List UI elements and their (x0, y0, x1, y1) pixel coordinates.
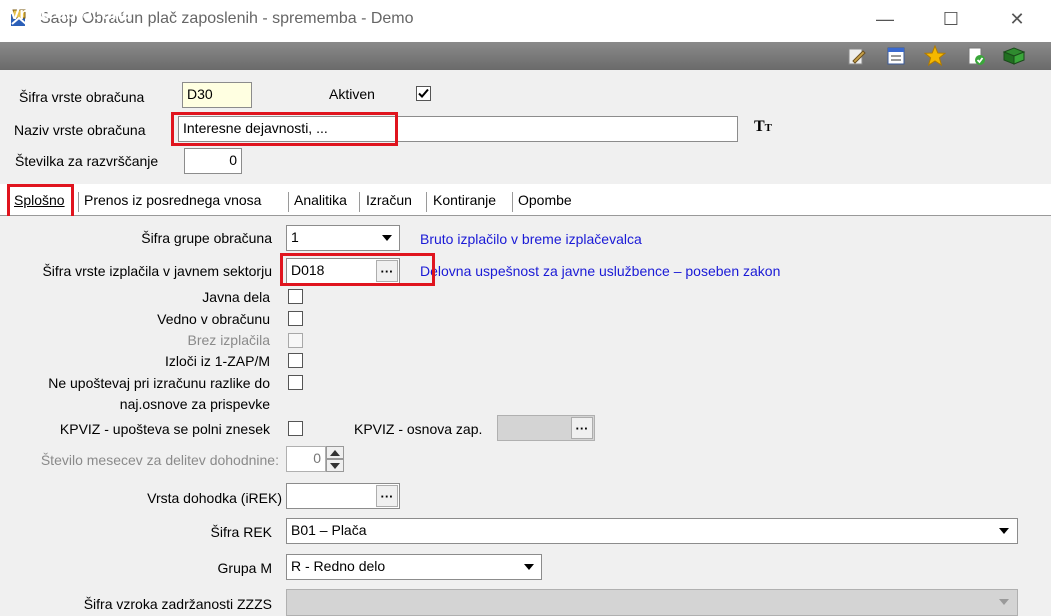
stevilka-input[interactable]: 0 (184, 148, 242, 174)
tab-analitika[interactable]: Analitika (294, 192, 347, 208)
star-icon[interactable] (923, 45, 947, 67)
vedno-label: Vedno v obračunu (157, 311, 270, 327)
aktiven-label: Aktiven (329, 86, 375, 102)
brez-checkbox (288, 333, 303, 348)
chevron-down-icon (992, 590, 1016, 614)
tab-separator (512, 192, 513, 212)
javna-dela-checkbox[interactable] (288, 289, 303, 304)
mesecev-spinner[interactable] (326, 446, 344, 472)
chevron-down-icon[interactable] (992, 519, 1016, 543)
brez-label: Brez izplačila (187, 332, 270, 348)
mesecev-input[interactable]: 0 (286, 446, 326, 472)
grupa-description: Bruto izplačilo v breme izplačevalca (420, 231, 642, 247)
stevilka-label: Številka za razvrščanje (15, 153, 159, 169)
rek-select[interactable]: B01 – Plača (286, 518, 1018, 544)
vedno-checkbox[interactable] (288, 311, 303, 326)
neupostevaj-checkbox[interactable] (288, 375, 303, 390)
grupa-m-select[interactable]: R - Redno delo (286, 554, 542, 580)
document-check-icon[interactable] (964, 45, 988, 67)
list-icon[interactable] (884, 45, 908, 67)
text-format-icon[interactable]: TT (754, 118, 772, 136)
browse-button[interactable]: ··· (376, 485, 398, 507)
edit-icon[interactable] (845, 45, 869, 67)
browse-button[interactable]: ··· (571, 417, 593, 439)
izplacila-highlight (280, 253, 435, 286)
zzzs-select (286, 589, 1018, 616)
form-title: Vrste obračuna (9, 4, 132, 23)
sifra-label: Šifra vrste obračuna (19, 89, 145, 105)
grupa-label: Šifra grupe obračuna (141, 230, 272, 246)
spin-down-icon[interactable] (326, 459, 344, 472)
tab-kontiranje[interactable]: Kontiranje (433, 192, 496, 208)
spin-up-icon[interactable] (326, 446, 344, 459)
chevron-down-icon[interactable] (375, 226, 399, 250)
minimize-button[interactable]: — (862, 0, 908, 38)
close-button[interactable]: ✕ (994, 0, 1040, 38)
chevron-down-icon[interactable] (517, 555, 541, 579)
tab-separator (78, 192, 79, 212)
tab-separator (359, 192, 360, 212)
javna-dela-label: Javna dela (202, 289, 270, 305)
zzzs-label: Šifra vzroka zadržanosti ZZZS (83, 596, 272, 612)
naziv-label: Naziv vrste obračuna (14, 122, 146, 138)
dohodek-label: Vrsta dohodka (iREK) (147, 490, 282, 506)
kpviz-osnova-label: KPVIZ - osnova zap. (354, 421, 483, 437)
tab-separator (288, 192, 289, 212)
neupostevaj-label-2: naj.osnove za prispevke (119, 396, 270, 412)
izloci-label: Izloči iz 1-ZAP/M (164, 353, 270, 369)
tab-separator (426, 192, 427, 212)
maximize-button[interactable]: ☐ (928, 0, 974, 38)
tab-izracun[interactable]: Izračun (366, 192, 412, 208)
aktiven-checkbox[interactable] (416, 86, 431, 101)
sifra-input[interactable]: D30 (182, 82, 252, 108)
kpviz-label: KPVIZ - upošteva se polni znesek (59, 421, 270, 437)
mesecev-label: Število mesecev za delitev dohodnine: (40, 452, 279, 468)
naziv-highlight (171, 112, 398, 146)
tab-opombe[interactable]: Opombe (518, 192, 572, 208)
izloci-checkbox[interactable] (288, 353, 303, 368)
kpviz-checkbox[interactable] (288, 421, 303, 436)
rek-label: Šifra REK (210, 524, 272, 540)
izplacila-label: Šifra vrste izplačila v javnem sektorju (42, 263, 272, 279)
checkmark-icon (418, 88, 429, 98)
neupostevaj-label: Ne upoštevaj pri izračunu razlike do (48, 375, 270, 391)
izplacila-description: Delovna uspešnost za javne uslužbence – … (420, 263, 781, 279)
tab-prenos[interactable]: Prenos iz posrednega vnosa (84, 192, 261, 208)
grupa-m-label: Grupa M (217, 560, 272, 576)
book-exit-icon[interactable] (1002, 45, 1026, 67)
